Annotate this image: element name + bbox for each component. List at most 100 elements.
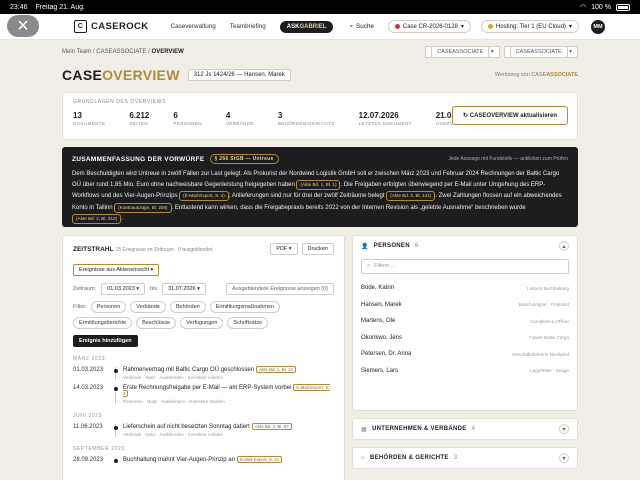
case-selector[interactable]: Case CR-2026-0128 ▾: [387, 20, 471, 33]
event-actions[interactable]: Personen · Notiz · Ausblenden · Korrektu…: [123, 399, 334, 404]
summary-text: Dem Beschuldigten wird Untreue in zwölf …: [72, 169, 568, 225]
person-name: Hansen, Marek: [361, 301, 402, 308]
event-actions[interactable]: Verbinde · Notiz · Ausblenden · Korrektu…: [123, 375, 334, 380]
case-selector-label: Case CR-2026-0128: [402, 23, 458, 30]
source-ref[interactable]: (Kontoauszüge, Bl. 208): [114, 202, 172, 213]
person-row[interactable]: Siemers, Lars Lagerleiter · Zeuge: [353, 363, 577, 380]
timeline-event[interactable]: 28.09.2023 Buchhaltung mahnt Vier-Augen-P…: [73, 456, 334, 463]
source-ref[interactable]: (E-Mail-Export, S. 4): [179, 191, 229, 202]
person-role: Geschäftsführerin Nordwind: [512, 351, 569, 357]
timeline-event[interactable]: 01.03.2023 Rahmenvertrag mit Baltic Cargo…: [73, 366, 334, 380]
status-bar: 23:46 Freitag 21. Aug. ◠ 100 %: [0, 0, 640, 14]
stat-label: SEITEN: [129, 121, 149, 126]
logo-icon: C: [74, 20, 87, 33]
range-to-select[interactable]: 31.07.2026 ▾: [162, 283, 206, 295]
expand-button[interactable]: ▾: [559, 424, 569, 434]
add-event-button[interactable]: Ereignis hinzufügen: [73, 335, 138, 347]
event-body: Erste Rechnungsfreigabe per E-Mail — am …: [113, 384, 334, 404]
authorities-section[interactable]: ⌂ BEHÖRDEN & GERICHTE 3 ▾: [352, 447, 578, 469]
person-row[interactable]: Bode, Katrin Leiterin Buchhaltung: [353, 280, 577, 297]
breadcrumb: Mein Team / CASEASSOCIATE / OVERVIEW CAS…: [62, 46, 578, 58]
summary-text-3: ; Anlieferungen sind nur für drei der zw…: [228, 193, 387, 200]
timeline-event[interactable]: 14.03.2023 Erste Rechnungsfreigabe per E-…: [73, 384, 334, 404]
chevron-down-icon: ▾: [562, 426, 566, 433]
companies-section[interactable]: ▦ UNTERNEHMEN & VERBÄNDE 4 ▾: [352, 418, 578, 440]
source-ref[interactable]: (Akte Bd. 2, Bl. 141): [386, 191, 436, 202]
refresh-icon: ↻: [463, 113, 470, 119]
filter-chip[interactable]: Beschlüsse: [136, 317, 177, 329]
breadcrumb-item-associate[interactable]: CASEASSOCIATE: [96, 49, 146, 55]
filter-chip[interactable]: Verfügungen: [180, 317, 224, 329]
print-button[interactable]: Drucken: [301, 243, 334, 255]
summary-text-5: . Entlastend kann wirken, dass die Freig…: [171, 204, 526, 211]
expand-button[interactable]: ▾: [559, 453, 569, 463]
person-role: Beschuldigter · Prokurist: [518, 302, 569, 308]
filter-chip[interactable]: Ermittlungsmaßnahmen: [209, 301, 281, 313]
event-actions[interactable]: Verbinde · Notiz · Ausblenden · Korrektu…: [123, 432, 334, 437]
stat-item: 6 PERSONEN: [173, 111, 201, 126]
event-body: Rahmenvertrag mit Baltic Cargo OÜ geschl…: [113, 366, 334, 380]
tool-selector-2[interactable]: CASEASSOCIATE ▾: [503, 46, 578, 58]
person-name: Okonkwo, Jens: [361, 334, 403, 341]
persons-filter-input[interactable]: ⌕ Filtern ...: [361, 259, 569, 274]
person-role: Leiterin Buchhaltung: [527, 285, 569, 291]
refresh-overview-button[interactable]: ↻ CASEOVERVIEW aktualisieren: [452, 106, 568, 125]
person-row[interactable]: Martens, Ole Compliance Officer: [353, 313, 577, 330]
pdf-button[interactable]: PDF ▾: [270, 243, 298, 255]
close-button[interactable]: ×: [7, 15, 39, 37]
source-ref[interactable]: Akte Bd. 1, Bl. 12: [256, 366, 296, 373]
event-source-dropdown[interactable]: Ereignisse aus Akteneinsicht ▾: [73, 264, 160, 276]
page-title-b: OVERVIEW: [102, 67, 180, 83]
filter-chip[interactable]: Behörden: [169, 301, 206, 313]
person-role: Lagerleiter · Zeuge: [530, 368, 569, 374]
event-line: Rahmenvertrag mit Baltic Cargo OÜ geschl…: [123, 366, 334, 373]
nav-link-caseverwaltung[interactable]: Caseverwaltung: [171, 23, 216, 30]
person-row[interactable]: Hansen, Marek Beschuldigter · Prokurist: [353, 297, 577, 314]
stat-value: 12.07.2026: [358, 111, 399, 120]
stat-value: 6: [173, 111, 178, 120]
event-date: 01.03.2023: [73, 367, 104, 373]
filter-chip[interactable]: Ermittlungsberichte: [73, 317, 133, 329]
breadcrumb-item-team[interactable]: Mein Team: [62, 49, 91, 55]
source-ref[interactable]: Akte Bd. 2, Bl. 87: [251, 423, 292, 430]
case-status-dot: [394, 24, 400, 29]
event-date: 14.03.2023: [73, 385, 104, 391]
tool-selector-2-label: CASEASSOCIATE: [509, 46, 568, 58]
tool-prefix: Werkzeug von CASE: [494, 72, 547, 78]
top-nav: C CASEROCK Caseverwaltung Teambriefing AS…: [0, 14, 640, 40]
search-label: Suche: [356, 23, 374, 30]
source-ref[interactable]: (Akte Bd. 2, Bl. 210): [72, 213, 122, 224]
event-line: Lieferschein auf nicht besetzten Sonntag…: [123, 423, 334, 430]
timeline-event[interactable]: 11.06.2023 Lieferschein auf nicht besetzt…: [73, 423, 334, 437]
nav-link-teambriefing[interactable]: Teambriefing: [230, 23, 266, 30]
collapse-button[interactable]: ▴: [559, 241, 569, 251]
person-row[interactable]: Okonkwo, Jens Fahrer Baltic Cargo: [353, 330, 577, 347]
chevron-down-icon: ▾: [562, 455, 566, 462]
stat-item: 13 DOKUMENTE: [73, 111, 105, 126]
summary-note: Jede Aussage mit Fundstelle — anklicken …: [448, 156, 568, 162]
tool-suffix: ASSOCIATE: [546, 72, 578, 78]
stat-label: VERBÄNDE: [225, 121, 254, 126]
authorities-count: 3: [453, 455, 458, 461]
filter-chip[interactable]: Personen: [90, 301, 127, 313]
chevron-down-icon: ▾: [568, 24, 572, 30]
search-button[interactable]: ⌕ Suche: [349, 23, 373, 31]
search-icon: ⌕: [349, 22, 353, 30]
overview-basis-label: GRUNDLAGEN DES OVERVIEWS: [73, 99, 166, 105]
status-time: 23:46: [10, 3, 28, 11]
stat-label: DOKUMENTE: [73, 121, 106, 126]
tool-selector-1[interactable]: CASEASSOCIATE ▾: [425, 46, 500, 58]
stat-value: 13: [73, 111, 82, 120]
range-from-select[interactable]: 01.03.2023 ▾: [101, 283, 146, 295]
source-ref[interactable]: E-Mail-Export, S. 41: [236, 456, 283, 463]
source-ref[interactable]: (Akte Bd. 1, Bl. 1): [296, 180, 341, 191]
logo[interactable]: C CASEROCK: [74, 20, 149, 33]
ask-gabriel-button[interactable]: ASKGABRIEL: [279, 20, 334, 33]
show-hidden-button[interactable]: Ausgeblendete Ereignisse anzeigen (0): [225, 283, 334, 295]
person-row[interactable]: Petersen, Dr. Anna Geschäftsführerin Nord…: [353, 346, 577, 363]
avatar[interactable]: MM: [590, 19, 605, 34]
chevron-down-icon: ▾: [460, 24, 464, 30]
filter-chip[interactable]: Schriftsätze: [227, 317, 269, 329]
hosting-selector[interactable]: Hosting: Tier 1 (EU Cloud) ▾: [480, 20, 579, 33]
filter-chip[interactable]: Verbände: [130, 301, 166, 313]
